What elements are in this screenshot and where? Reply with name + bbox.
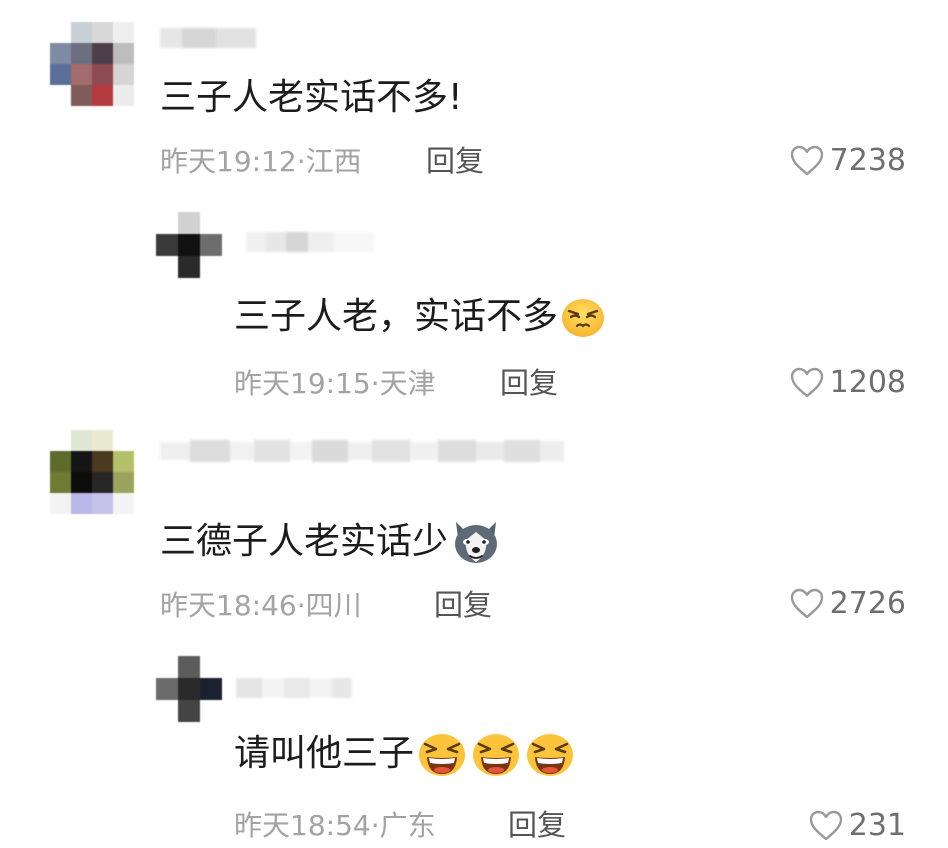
username-blurred[interactable] [160,440,564,462]
like-count: 1208 [829,364,906,400]
laughing-face-emoji [524,730,576,778]
username-blurred[interactable] [160,28,256,48]
like-button[interactable]: 1208 [790,367,906,398]
comment-text: 三子人老实话不多! [160,80,462,116]
reply-button[interactable]: 回复 [500,369,558,398]
reply-button[interactable]: 回复 [426,147,484,176]
laughing-face-emoji [416,730,468,778]
like-button[interactable]: 7238 [790,145,906,176]
like-count: 2726 [829,585,906,621]
user-avatar[interactable] [156,212,222,278]
comment-meta: 昨天18:46·四川 [160,589,362,622]
comment-meta: 昨天18:54·广东 [234,809,436,842]
heart-icon [790,367,824,398]
comment-text-content: 三子人老实话不多! [160,77,463,118]
like-button[interactable]: 231 [809,810,906,841]
comment-text: 三子人老，实话不多 [234,294,606,340]
like-button[interactable]: 2726 [790,588,906,619]
comment-item: 三德子人老实话少 昨天18:46·四川 回复 2726 [0,420,948,640]
reply-item: 三子人老，实话不多 昨天19:15·天津 回复 1208 [0,200,948,420]
reply-button[interactable]: 回复 [434,591,492,620]
reply-button[interactable]: 回复 [508,811,566,840]
username-blurred[interactable] [236,678,352,698]
smirk-face-emoji [560,294,606,340]
username-blurred[interactable] [246,232,374,252]
comment-text: 三德子人老实话少 [160,518,502,566]
comment-text-content: 请叫他三子 [234,733,415,774]
user-avatar[interactable] [50,22,134,106]
user-avatar[interactable] [156,656,222,722]
like-count: 231 [848,807,906,843]
husky-dog-emoji [450,518,502,566]
user-avatar[interactable] [50,430,134,514]
reply-item: 请叫他三子 昨天18:54·广东 回复 231 [0,640,948,848]
laughing-face-emoji [470,730,522,778]
comment-text-content: 三子人老，实话不多 [234,296,559,337]
comment-meta: 昨天19:15·天津 [234,367,436,400]
comment-item: 三子人老实话不多! 昨天19:12·江西 回复 7238 [0,0,948,200]
comment-meta: 昨天19:12·江西 [160,145,362,178]
comment-text: 请叫他三子 [234,730,576,778]
like-count: 7238 [829,142,906,178]
heart-icon [790,145,824,176]
heart-icon [809,810,843,841]
comment-text-content: 三德子人老实话少 [160,521,449,562]
heart-icon [790,588,824,619]
